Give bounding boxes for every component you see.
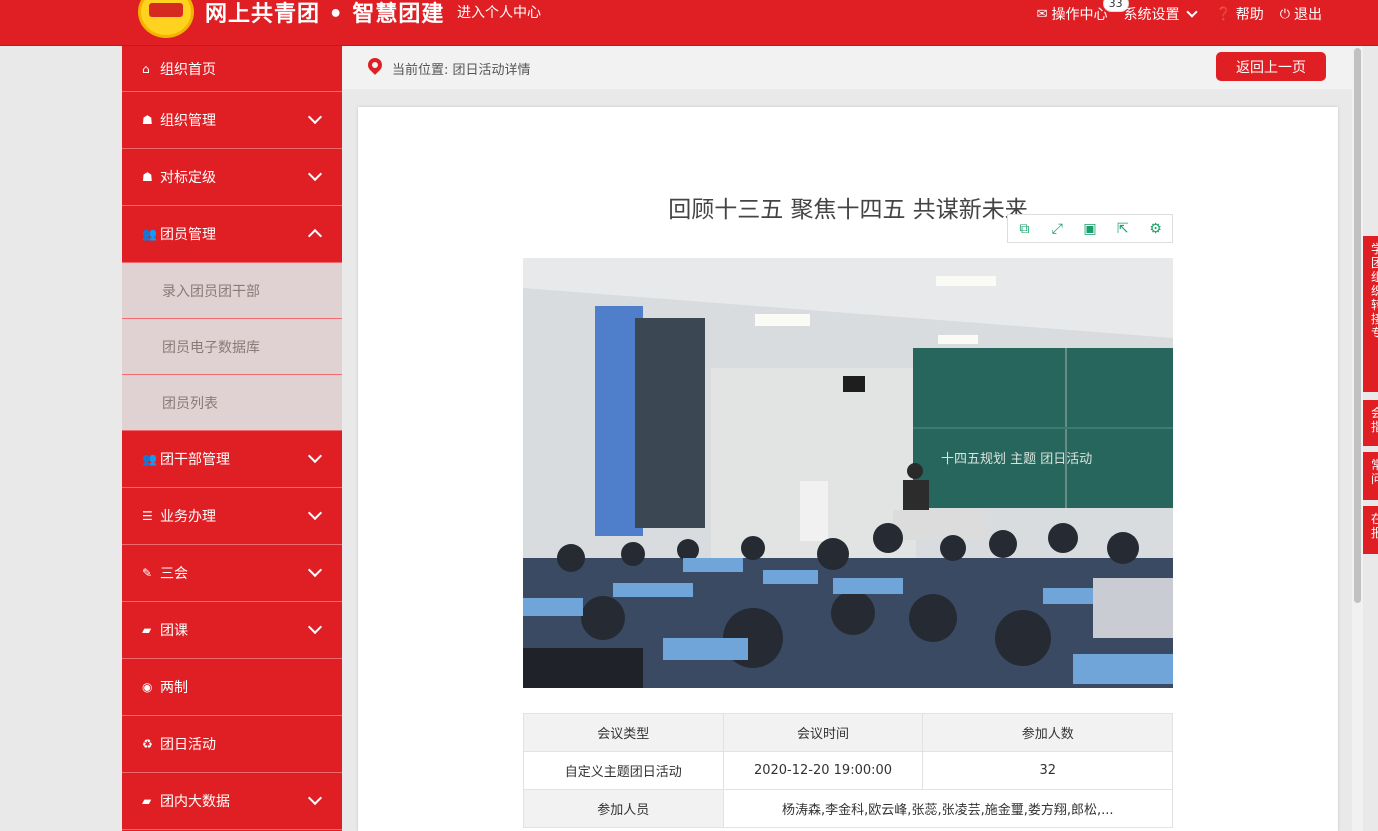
list-icon: ☰ bbox=[142, 509, 153, 523]
meeting-time-value: 2020-12-20 19:00:00 bbox=[722, 751, 924, 790]
site-title: 网上共青团 • 智慧团建 bbox=[205, 2, 445, 27]
sidebar-item-cadre-management[interactable]: 👥 团干部管理 bbox=[122, 431, 342, 488]
side-tab-transfer[interactable]: 学团组织转接专 bbox=[1363, 236, 1378, 392]
ops-center-label: 操作中心 bbox=[1051, 7, 1108, 23]
settings-label: 系统设置 bbox=[1123, 7, 1180, 23]
sitemap-icon: ☗ bbox=[142, 113, 153, 127]
settings-menu[interactable]: 系统设置 bbox=[1124, 4, 1200, 24]
sidebar-item-league-day[interactable]: ♻ 团日活动 bbox=[122, 716, 342, 773]
side-tab-label: 会指 bbox=[1371, 406, 1378, 434]
share-icon[interactable]: ⇱ bbox=[1106, 215, 1139, 242]
top-nav: ✉ 操作中心 33 系统设置 ❓ 帮助 ⏻ 退出 bbox=[1021, 0, 1322, 24]
question-circle-icon: ❓ bbox=[1215, 6, 1232, 22]
participants-value: 杨涛森,李金科,欧云峰,张蕊,张凌芸,施金璽,娄方翔,郎松,... bbox=[722, 789, 1174, 828]
chevron-down-icon bbox=[307, 790, 323, 806]
table-header-row: 会议类型 会议时间 参加人数 bbox=[523, 713, 1173, 752]
sidebar-item-big-data[interactable]: ▰ 团内大数据 bbox=[122, 773, 342, 830]
table-header-meeting-time: 会议时间 bbox=[722, 713, 924, 752]
sidebar-item-org-management[interactable]: ☗ 组织管理 bbox=[122, 92, 342, 149]
breadcrumb: 当前位置: 团日活动详情 返回上一页 bbox=[342, 46, 1352, 89]
chevron-up-icon bbox=[307, 228, 323, 244]
envelope-icon: ✉ bbox=[1036, 6, 1048, 22]
participants-label: 参加人员 bbox=[523, 789, 724, 828]
help-link[interactable]: ❓ 帮助 bbox=[1216, 4, 1264, 24]
save-icon[interactable]: ▣ bbox=[1074, 215, 1107, 242]
edit-icon: ✎ bbox=[142, 566, 153, 580]
table-header-attendance: 参加人数 bbox=[922, 713, 1173, 752]
league-logo[interactable] bbox=[138, 0, 194, 38]
sidebar-item-label: 组织管理 bbox=[160, 113, 216, 129]
ops-center-link[interactable]: ✉ 操作中心 33 bbox=[1036, 0, 1129, 24]
sidebar: ⌂ 组织首页 ☗ 组织管理 ☗ 对标定级 👥 团员管理 录入团员团干部 团员电子… bbox=[122, 46, 342, 831]
article-title: 回顾十三五 聚焦十四五 共谋新未来 bbox=[668, 197, 1028, 223]
image-toolbar: ⧉ ⤢ ▣ ⇱ ⚙ bbox=[1007, 214, 1173, 243]
meeting-type-value: 自定义主题团日活动 bbox=[523, 751, 724, 790]
chevron-down-icon bbox=[307, 448, 323, 464]
sidebar-item-label: 两制 bbox=[160, 680, 188, 696]
back-button[interactable]: 返回上一页 bbox=[1216, 52, 1326, 81]
sidebar-item-benchmark[interactable]: ☗ 对标定级 bbox=[122, 149, 342, 206]
chevron-down-icon bbox=[307, 562, 323, 578]
activity-detail-card: 回顾十三五 聚焦十四五 共谋新未来 ⧉ ⤢ ▣ ⇱ ⚙ 十四五规划 主题 团日活… bbox=[358, 107, 1338, 831]
sidebar-item-label: 团课 bbox=[160, 623, 188, 639]
svg-text:十四五规划 主题 团日活动: 十四五规划 主题 团日活动 bbox=[941, 452, 1092, 467]
page-scrollbar[interactable] bbox=[1352, 46, 1363, 831]
sidebar-item-label: 组织首页 bbox=[160, 61, 216, 78]
table-row: 自定义主题团日活动 2020-12-20 19:00:00 32 bbox=[523, 751, 1173, 790]
table-row: 参加人员 杨涛森,李金科,欧云峰,张蕊,张凌芸,施金璽,娄方翔,郎松,... bbox=[523, 789, 1174, 828]
logout-link[interactable]: ⏻ 退出 bbox=[1280, 4, 1322, 24]
sidebar-item-label: 三会 bbox=[160, 566, 188, 582]
folder-icon: ▰ bbox=[142, 623, 152, 637]
chevron-down-icon bbox=[307, 619, 323, 635]
sidebar-item-business[interactable]: ☰ 业务办理 bbox=[122, 488, 342, 545]
map-pin-icon bbox=[365, 55, 385, 75]
sidebar-item-label: 对标定级 bbox=[160, 170, 216, 186]
users-icon: 👥 bbox=[142, 452, 157, 466]
attendance-value: 32 bbox=[922, 751, 1173, 790]
sidebar-item-home[interactable]: ⌂ 组织首页 bbox=[122, 46, 342, 92]
sidebar-item-label: 团日活动 bbox=[160, 737, 216, 753]
side-tab-guide[interactable]: 会指 bbox=[1363, 400, 1378, 446]
side-tab-label: 常问 bbox=[1371, 458, 1378, 486]
activity-photo: 十四五规划 主题 团日活动 bbox=[523, 258, 1173, 688]
table-header-meeting-type: 会议类型 bbox=[523, 713, 724, 752]
sidebar-item-label: 业务办理 bbox=[160, 509, 216, 525]
folder-icon: ▰ bbox=[142, 794, 152, 808]
copy-icon[interactable]: ⧉ bbox=[1008, 215, 1041, 242]
chevron-down-icon bbox=[1185, 6, 1198, 18]
chevron-down-icon bbox=[307, 166, 323, 182]
settings-icon[interactable]: ⚙ bbox=[1139, 215, 1172, 242]
submenu-item-member-database[interactable]: 团员电子数据库 bbox=[122, 319, 342, 375]
meeting-info-table: 会议类型 会议时间 参加人数 自定义主题团日活动 2020-12-20 19:0… bbox=[523, 713, 1174, 828]
side-tab-report[interactable]: 在报 bbox=[1363, 506, 1378, 554]
scroll-thumb[interactable] bbox=[1354, 48, 1361, 603]
sidebar-item-label: 团干部管理 bbox=[160, 452, 230, 468]
circle-dot-icon: ◉ bbox=[142, 680, 153, 694]
sidebar-item-league-class[interactable]: ▰ 团课 bbox=[122, 602, 342, 659]
personal-center-link[interactable]: 进入个人中心 bbox=[457, 2, 541, 22]
sidebar-item-label: 团内大数据 bbox=[160, 794, 230, 810]
help-label: 帮助 bbox=[1235, 7, 1264, 23]
users-icon: 👥 bbox=[142, 227, 157, 241]
sidebar-item-member-management[interactable]: 👥 团员管理 bbox=[122, 206, 342, 263]
submenu-item-enter-member[interactable]: 录入团员团干部 bbox=[122, 263, 342, 319]
recycle-icon: ♻ bbox=[142, 737, 153, 751]
top-header: 网上共青团 • 智慧团建 进入个人中心 ✉ 操作中心 33 系统设置 ❓ 帮助 … bbox=[0, 0, 1378, 46]
sidebar-item-three-meetings[interactable]: ✎ 三会 bbox=[122, 545, 342, 602]
chevron-down-icon bbox=[307, 109, 323, 125]
sidebar-item-two-systems[interactable]: ◉ 两制 bbox=[122, 659, 342, 716]
sitemap-icon: ☗ bbox=[142, 170, 153, 184]
side-tab-label: 学团组织转接专 bbox=[1371, 242, 1378, 340]
power-icon: ⏻ bbox=[1279, 6, 1290, 22]
fullscreen-icon[interactable]: ⤢ bbox=[1041, 215, 1074, 242]
sidebar-item-label: 团员管理 bbox=[160, 227, 216, 243]
side-tab-faq[interactable]: 常问 bbox=[1363, 452, 1378, 500]
home-icon: ⌂ bbox=[142, 61, 150, 76]
chevron-down-icon bbox=[307, 505, 323, 521]
breadcrumb-text: 当前位置: 团日活动详情 bbox=[392, 63, 531, 78]
side-tab-label: 在报 bbox=[1371, 512, 1378, 540]
submenu-item-member-list[interactable]: 团员列表 bbox=[122, 375, 342, 431]
logout-label: 退出 bbox=[1294, 7, 1322, 23]
